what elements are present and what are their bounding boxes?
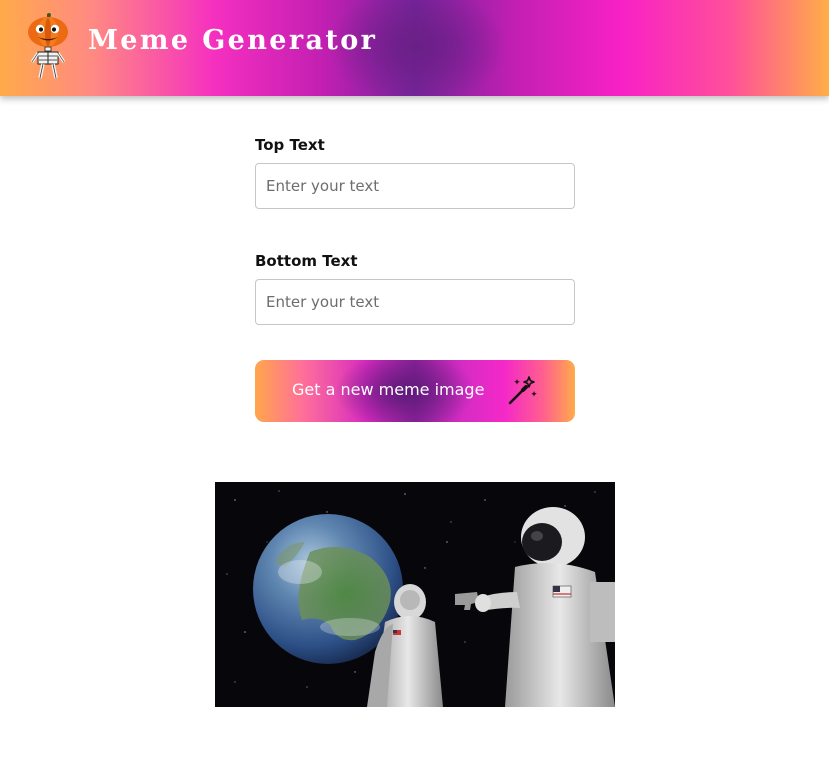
app-title: Meme Generator	[88, 25, 378, 56]
meme-form: Top Text Bottom Text	[255, 135, 575, 367]
bottom-text-group: Bottom Text	[255, 251, 575, 367]
get-new-meme-button[interactable]: Get a new meme image	[255, 360, 575, 422]
bottom-text-label: Bottom Text	[255, 252, 358, 270]
app-header: Meme Generator	[0, 0, 829, 96]
bottom-text-input[interactable]	[255, 279, 575, 325]
get-new-meme-button-label: Get a new meme image	[292, 380, 485, 399]
top-text-group: Top Text	[255, 135, 575, 251]
meme-image	[215, 482, 615, 707]
pumpkin-skeleton-icon	[28, 13, 68, 79]
magic-wand-icon	[508, 376, 537, 405]
top-text-label: Top Text	[255, 136, 325, 154]
top-text-input[interactable]	[255, 163, 575, 209]
astronauts-earth-meme-image	[215, 482, 615, 707]
